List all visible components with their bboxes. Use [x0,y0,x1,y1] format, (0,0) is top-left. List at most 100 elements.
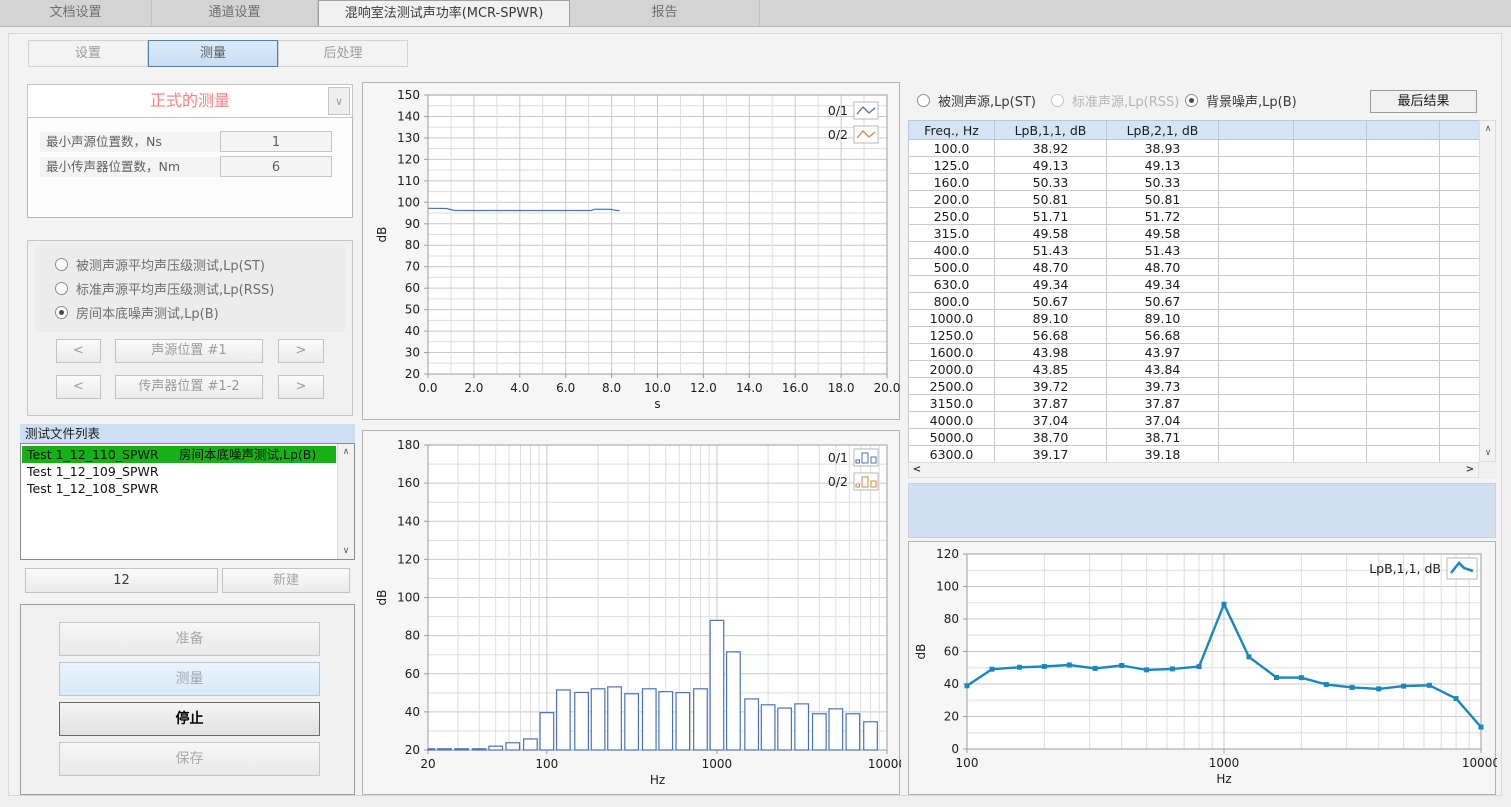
tab-document-settings[interactable]: 文档设置 [0,0,152,26]
table-cell [1219,225,1294,242]
file-name: Test 1_12_108_SPWR [27,480,179,497]
table-cell [1219,361,1294,378]
table-row[interactable]: 1600.043.9843.97 [909,344,1480,361]
table-row[interactable]: 400.051.4351.43 [909,242,1480,259]
mic-position-row: < 传声器位置 #1-2 > [28,375,354,399]
table-cell [1440,191,1480,208]
table-row[interactable]: 200.050.8150.81 [909,191,1480,208]
radio-lp-st[interactable]: 被测声源平均声压级测试,Lp(ST) [35,252,345,276]
table-cell: 37.87 [1107,395,1219,412]
scroll-down-icon[interactable]: ∨ [1480,445,1496,461]
table-cell: 50.81 [1107,191,1219,208]
svg-text:30: 30 [405,346,420,360]
table-cell [1294,344,1367,361]
table-header-cell[interactable] [1440,121,1480,140]
subtab-measure[interactable]: 测量 [148,40,278,67]
scroll-right-icon[interactable]: > [1462,463,1478,477]
results-table[interactable]: Freq., HzLpB,1,1, dBLpB,2,1, dB100.038.9… [908,120,1480,463]
svg-text:1000: 1000 [1209,756,1240,770]
last-result-button[interactable]: 最后结果 [1370,90,1477,113]
next-source-position-button[interactable]: > [278,339,324,363]
radio-lp-rss[interactable]: 标准声源平均声压级测试,Lp(RSS) [35,276,345,300]
scroll-down-icon[interactable]: ∨ [338,543,354,559]
scroll-up-icon[interactable]: ∧ [338,444,354,460]
list-item[interactable]: Test 1_12_108_SPWR [22,480,336,497]
table-row[interactable]: 1000.089.1089.10 [909,310,1480,327]
table-row[interactable]: 1250.056.6856.68 [909,327,1480,344]
scroll-up-icon[interactable]: ∧ [1480,121,1496,137]
table-cell: 50.81 [995,191,1107,208]
table-header-cell[interactable] [1219,121,1294,140]
table-row[interactable]: 4000.037.0437.04 [909,412,1480,429]
tab-channel-settings[interactable]: 通道设置 [152,0,318,26]
table-vertical-scrollbar[interactable]: ∧ ∨ [1479,120,1496,462]
prepare-button[interactable]: 准备 [59,622,320,656]
table-cell [1440,293,1480,310]
table-row[interactable]: 315.049.5849.58 [909,225,1480,242]
table-horizontal-scrollbar[interactable]: < > [908,462,1479,478]
scrollbar[interactable]: ∧ ∨ [337,444,354,559]
next-mic-position-button[interactable]: > [278,375,324,399]
table-header-cell[interactable]: LpB,2,1, dB [1107,121,1219,140]
table-row[interactable]: 800.050.6750.67 [909,293,1480,310]
table-cell: 56.68 [1107,327,1219,344]
radio-standard-lprss[interactable]: 标准声源,Lp(RSS) [1051,88,1179,112]
table-row[interactable]: 160.050.3350.33 [909,174,1480,191]
table-cell [1440,157,1480,174]
table-header-cell[interactable]: LpB,1,1, dB [995,121,1107,140]
table-row[interactable]: 5000.038.7038.71 [909,429,1480,446]
table-cell: 38.92 [995,140,1107,157]
min-source-positions-value[interactable]: 1 [220,131,332,152]
svg-text:10.0: 10.0 [644,381,671,395]
scroll-left-icon[interactable]: < [909,463,925,477]
stop-button[interactable]: 停止 [59,702,320,736]
table-row[interactable]: 125.049.1349.13 [909,157,1480,174]
table-cell: 49.34 [1107,276,1219,293]
prev-mic-position-button[interactable]: < [56,375,101,399]
radio-icon [55,258,68,271]
table-header-cell[interactable] [1294,121,1367,140]
table-row[interactable]: 3150.037.8737.87 [909,395,1480,412]
min-mic-positions-value[interactable]: 6 [220,156,332,177]
table-cell [1219,140,1294,157]
table-row[interactable]: 2500.039.7239.73 [909,378,1480,395]
radio-lp-b[interactable]: 房间本底噪声测试,Lp(B) [35,300,345,324]
new-file-button[interactable]: 新建 [222,568,350,593]
table-header-cell[interactable]: Freq., Hz [909,121,995,140]
table-row[interactable]: 2000.043.8543.84 [909,361,1480,378]
min-source-positions-row: 最小声源位置数，Ns 1 [28,131,354,153]
measure-button[interactable]: 测量 [59,662,320,696]
svg-text:90: 90 [405,217,420,231]
tab-mcr-spwr[interactable]: 混响室法测试声功率(MCR-SPWR) [318,0,570,26]
subtab-postprocess[interactable]: 后处理 [278,40,408,67]
save-button[interactable]: 保存 [59,742,320,776]
table-row[interactable]: 6300.039.1739.18 [909,446,1480,463]
svg-text:0.0: 0.0 [418,381,437,395]
table-header-cell[interactable] [1367,121,1440,140]
radio-background-lpb[interactable]: 背景噪声,Lp(B) [1185,88,1297,112]
table-cell [1440,446,1480,463]
list-item[interactable]: Test 1_12_110_SPWR房间本底噪声测试,Lp(B) [22,446,336,463]
radio-icon [55,306,68,319]
tab-report[interactable]: 报告 [570,0,760,26]
table-row[interactable]: 500.048.7048.70 [909,259,1480,276]
table-cell [1440,276,1480,293]
table-row[interactable]: 100.038.9238.93 [909,140,1480,157]
test-file-list[interactable]: Test 1_12_110_SPWR房间本底噪声测试,Lp(B)Test 1_1… [20,443,355,560]
svg-text:180: 180 [397,438,420,452]
table-cell [1367,327,1440,344]
table-row[interactable]: 630.049.3449.34 [909,276,1480,293]
file-count-button[interactable]: 12 [25,568,218,593]
subtab-settings[interactable]: 设置 [28,40,148,67]
table-cell [1294,174,1367,191]
mic-position-button[interactable]: 传声器位置 #1-2 [115,375,263,399]
prev-source-position-button[interactable]: < [56,339,101,363]
radio-source-lpst[interactable]: 被测声源,Lp(ST) [917,88,1036,112]
table-cell: 49.13 [1107,157,1219,174]
measurement-mode-select[interactable]: 正式的测量 ∨ [27,84,353,118]
table-row[interactable]: 250.051.7151.72 [909,208,1480,225]
chevron-down-icon[interactable]: ∨ [328,87,350,115]
list-item[interactable]: Test 1_12_109_SPWR [22,463,336,480]
table-cell [1294,242,1367,259]
source-position-button[interactable]: 声源位置 #1 [115,339,263,363]
